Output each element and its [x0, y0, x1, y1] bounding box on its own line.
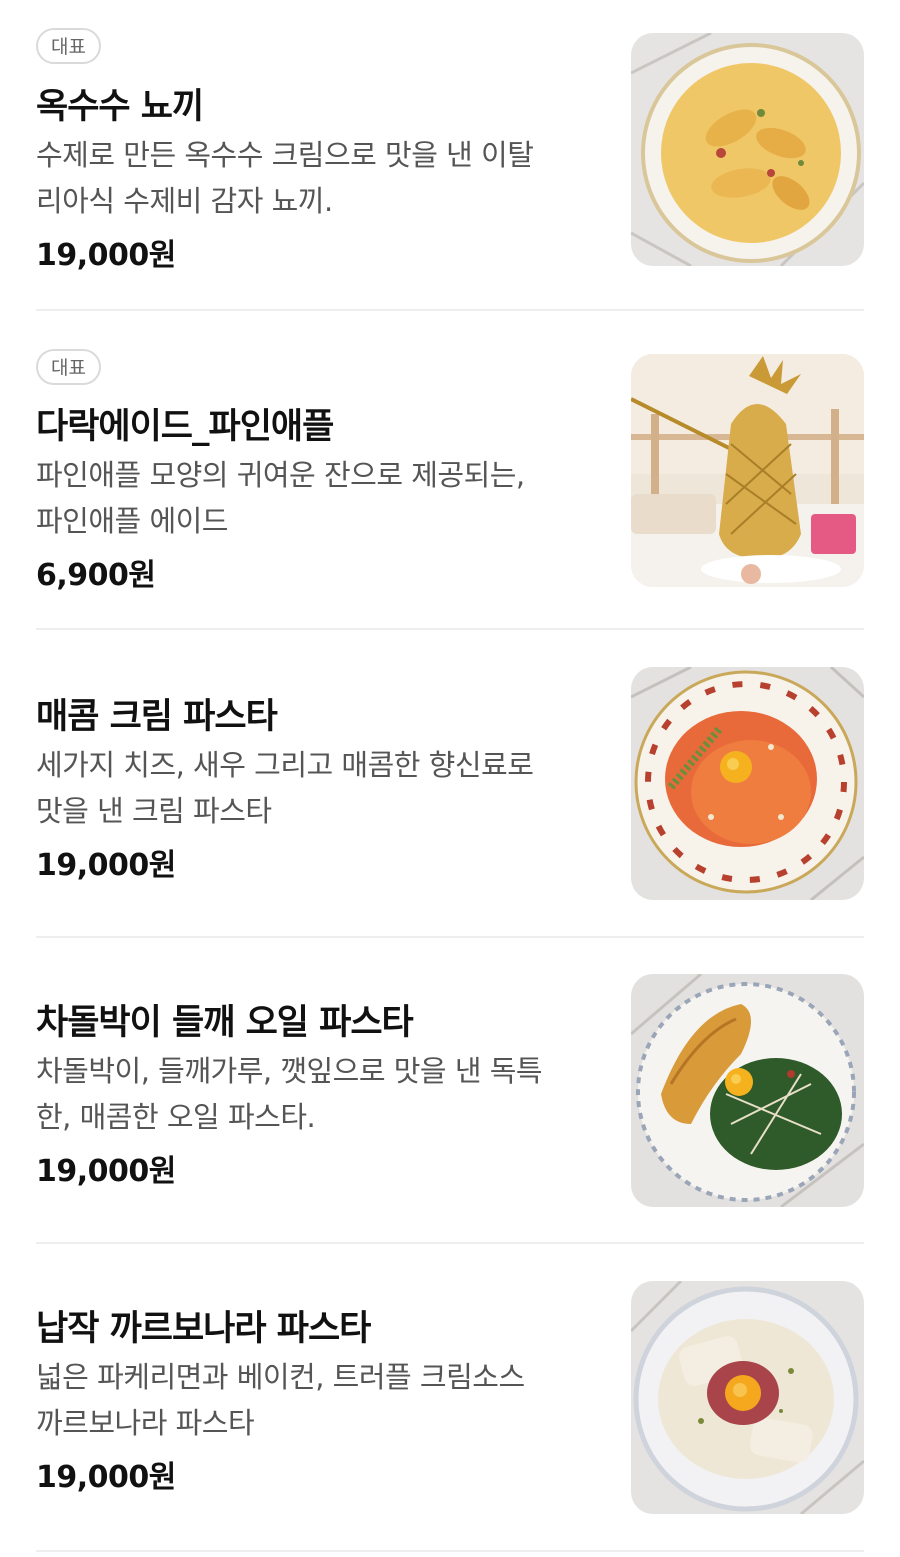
- menu-item-flat-carbonara-pasta[interactable]: 납작 까르보나라 파스타 넓은 파케리면과 베이컨, 트러플 크림소스 까르보나…: [0, 1244, 900, 1557]
- description-line: 세가지 치즈, 새우 그리고 매콤한 향신료로: [36, 748, 534, 782]
- corn-gnocchi-image: [631, 33, 864, 266]
- menu-item-name: 매콤 크림 파스타: [36, 697, 278, 737]
- description-line: 넓은 파케리면과 베이컨, 트러플 크림소스: [36, 1360, 525, 1394]
- menu-item-description: 파인애플 모양의 귀여운 잔으로 제공되는, 파인애플 에이드: [36, 452, 596, 544]
- menu-item-price: 19,000원: [36, 1154, 176, 1189]
- brisket-perilla-oil-pasta-photo[interactable]: [631, 974, 864, 1207]
- flat-carbonara-pasta-photo[interactable]: [631, 1281, 864, 1514]
- signature-badge: 대표: [36, 28, 101, 64]
- description-line: 차돌박이, 들깨가루, 깻잎으로 맛을 낸 독특: [36, 1054, 543, 1088]
- flat-carbonara-pasta-image: [631, 1281, 864, 1514]
- menu-item-pineapple-ade[interactable]: 대표 다락에이드_파인애플 파인애플 모양의 귀여운 잔으로 제공되는, 파인애…: [0, 312, 900, 630]
- pineapple-ade-image: [631, 354, 864, 587]
- description-line: 파인애플 에이드: [36, 504, 228, 538]
- description-line: 파인애플 모양의 귀여운 잔으로 제공되는,: [36, 458, 525, 492]
- menu-item-price: 19,000원: [36, 238, 176, 273]
- menu-item-price: 6,900원: [36, 558, 156, 593]
- menu-item-name: 납작 까르보나라 파스타: [36, 1309, 371, 1349]
- description-line: 맛을 낸 크림 파스타: [36, 794, 272, 828]
- menu-item-name: 다락에이드_파인애플: [36, 407, 334, 447]
- signature-badge: 대표: [36, 349, 101, 385]
- menu-item-name: 차돌박이 들깨 오일 파스타: [36, 1003, 414, 1043]
- description-line: 리아식 수제비 감자 뇨끼.: [36, 184, 333, 218]
- menu-item-brisket-perilla-oil-pasta[interactable]: 차돌박이 들깨 오일 파스타 차돌박이, 들깨가루, 깻잎으로 맛을 낸 독특 …: [0, 938, 900, 1244]
- menu-item-description: 넓은 파케리면과 베이컨, 트러플 크림소스 까르보나라 파스타: [36, 1354, 596, 1446]
- pineapple-ade-photo[interactable]: [631, 354, 864, 587]
- menu-item-description: 세가지 치즈, 새우 그리고 매콤한 향신료로 맛을 낸 크림 파스타: [36, 742, 596, 834]
- divider: [36, 1550, 864, 1552]
- description-line: 까르보나라 파스타: [36, 1406, 255, 1440]
- corn-gnocchi-photo[interactable]: [631, 33, 864, 266]
- menu-item-price: 19,000원: [36, 848, 176, 883]
- menu-item-description: 수제로 만든 옥수수 크림으로 맛을 낸 이탈 리아식 수제비 감자 뇨끼.: [36, 132, 596, 224]
- menu-item-name: 옥수수 뇨끼: [36, 87, 204, 127]
- brisket-perilla-oil-pasta-image: [631, 974, 864, 1207]
- menu-item-spicy-cream-pasta[interactable]: 매콤 크림 파스타 세가지 치즈, 새우 그리고 매콤한 향신료로 맛을 낸 크…: [0, 630, 900, 938]
- spicy-cream-pasta-photo[interactable]: [631, 667, 864, 900]
- divider: [36, 309, 864, 311]
- description-line: 한, 매콤한 오일 파스타.: [36, 1100, 316, 1134]
- spicy-cream-pasta-image: [631, 667, 864, 900]
- menu-item-corn-gnocchi[interactable]: 대표 옥수수 뇨끼 수제로 만든 옥수수 크림으로 맛을 낸 이탈 리아식 수제…: [0, 0, 900, 312]
- menu-list: 대표 옥수수 뇨끼 수제로 만든 옥수수 크림으로 맛을 낸 이탈 리아식 수제…: [0, 0, 900, 1557]
- menu-item-price: 19,000원: [36, 1460, 176, 1495]
- menu-item-description: 차돌박이, 들깨가루, 깻잎으로 맛을 낸 독특 한, 매콤한 오일 파스타.: [36, 1048, 596, 1140]
- description-line: 수제로 만든 옥수수 크림으로 맛을 낸 이탈: [36, 138, 534, 172]
